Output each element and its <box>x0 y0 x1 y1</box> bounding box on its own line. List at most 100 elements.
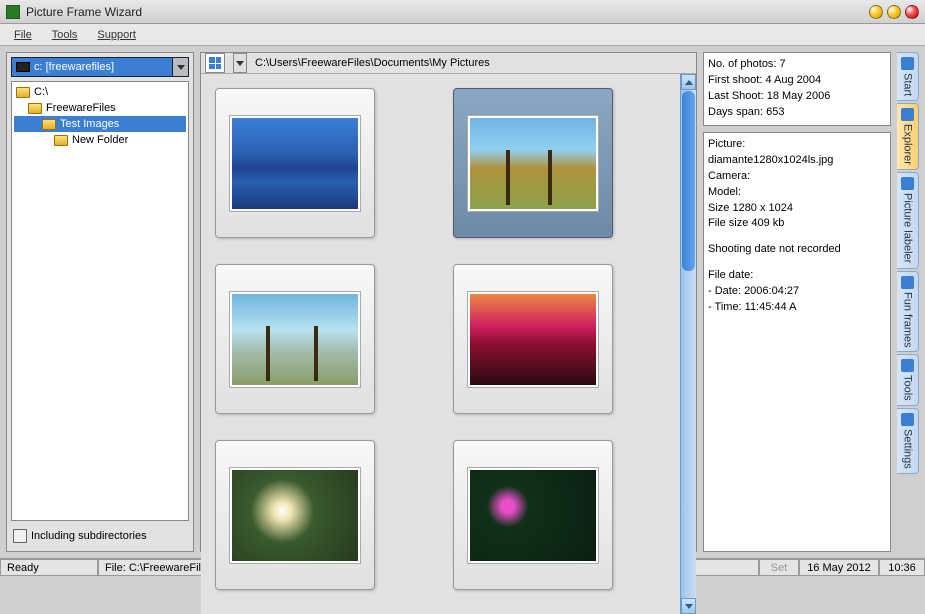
thumbnail-5[interactable] <box>215 440 375 590</box>
photo-image <box>468 116 598 211</box>
path-bar: C:\Users\FreewareFiles\Documents\My Pict… <box>201 53 696 74</box>
gallery-inner[interactable] <box>201 74 680 614</box>
detail-camera: Camera: <box>708 169 886 185</box>
photo-image <box>468 292 598 387</box>
tab-label: Picture labeler <box>902 193 914 263</box>
tree-test-images[interactable]: Test Images <box>14 116 186 132</box>
status-set: Set <box>759 559 799 576</box>
scroll-down-button[interactable] <box>681 598 696 614</box>
tree-label: C:\ <box>34 86 48 98</box>
maximize-button[interactable] <box>887 5 901 19</box>
window-title: Picture Frame Wizard <box>26 5 865 19</box>
detail-date: - Date: 2006:04:27 <box>708 284 886 300</box>
photo-image <box>230 468 360 563</box>
main-area: c: [freewarefiles] C:\ FreewareFiles Tes… <box>0 46 925 558</box>
folder-icon <box>16 87 30 98</box>
tree-new-folder[interactable]: New Folder <box>14 132 186 148</box>
star-icon <box>901 359 914 372</box>
tree-label: Test Images <box>60 118 119 130</box>
star-icon <box>901 57 914 70</box>
thumbnail-2-selected[interactable] <box>453 88 613 238</box>
close-button[interactable] <box>905 5 919 19</box>
tab-label: Explorer <box>902 124 914 165</box>
left-panel: c: [freewarefiles] C:\ FreewareFiles Tes… <box>6 52 194 552</box>
right-panel: No. of photos: 7 First shoot: 4 Aug 2004… <box>703 52 891 552</box>
star-icon <box>901 108 914 121</box>
detail-filesize: File size 409 kb <box>708 216 886 232</box>
view-dropdown[interactable] <box>233 53 247 73</box>
tab-settings[interactable]: Settings <box>897 408 919 474</box>
thumbnail-6[interactable] <box>453 440 613 590</box>
tab-start[interactable]: Start <box>897 52 919 101</box>
menu-support[interactable]: Support <box>89 27 144 43</box>
summary-photos: No. of photos: 7 <box>708 57 886 73</box>
folder-open-icon <box>42 119 56 130</box>
summary-last: Last Shoot: 18 May 2006 <box>708 89 886 105</box>
summary-span: Days span: 653 <box>708 105 886 121</box>
menu-file[interactable]: File <box>6 27 40 43</box>
drive-label: c: [freewarefiles] <box>34 61 114 73</box>
detail-filedate-label: File date: <box>708 268 886 284</box>
titlebar: Picture Frame Wizard <box>0 0 925 24</box>
minimize-button[interactable] <box>869 5 883 19</box>
folder-tree[interactable]: C:\ FreewareFiles Test Images New Folder <box>11 81 189 521</box>
menu-tools[interactable]: Tools <box>44 27 86 43</box>
drive-dropdown-button[interactable] <box>172 58 188 76</box>
folder-icon <box>28 103 42 114</box>
drive-icon <box>16 62 30 72</box>
chevron-down-icon <box>177 65 185 70</box>
scroll-up-button[interactable] <box>681 74 696 90</box>
tab-label: Tools <box>902 375 914 401</box>
gallery <box>201 74 696 614</box>
menubar: File Tools Support <box>0 24 925 46</box>
photo-image <box>230 292 360 387</box>
photo-image <box>230 116 360 211</box>
detail-picture-label: Picture: <box>708 137 886 153</box>
thumbnail-3[interactable] <box>215 264 375 414</box>
tree-label: FreewareFiles <box>46 102 116 114</box>
arrow-down-icon <box>685 604 693 609</box>
chevron-down-icon <box>236 61 244 66</box>
tab-explorer[interactable]: Explorer <box>897 103 919 170</box>
scroll-track[interactable] <box>681 272 696 598</box>
include-subdirs-label: Including subdirectories <box>31 530 147 542</box>
include-subdirs-checkbox[interactable] <box>13 529 27 543</box>
tab-label: Fun frames <box>902 292 914 348</box>
detail-size: Size 1280 x 1024 <box>708 201 886 217</box>
arrow-up-icon <box>685 80 693 85</box>
current-path: C:\Users\FreewareFiles\Documents\My Pict… <box>255 57 490 69</box>
detail-time: - Time: 11:45:44 A <box>708 300 886 316</box>
detail-picture-name: diamante1280x1024ls.jpg <box>708 153 886 169</box>
tab-label: Start <box>902 73 914 96</box>
center-panel: C:\Users\FreewareFiles\Documents\My Pict… <box>200 52 697 552</box>
detail-shooting: Shooting date not recorded <box>708 242 886 258</box>
tree-label: New Folder <box>72 134 128 146</box>
include-subdirs-row[interactable]: Including subdirectories <box>11 525 189 547</box>
detail-box: Picture: diamante1280x1024ls.jpg Camera:… <box>703 132 891 552</box>
star-icon <box>901 177 914 190</box>
tab-tools[interactable]: Tools <box>897 354 919 406</box>
thumbnails-icon <box>209 57 221 69</box>
drive-selector[interactable]: c: [freewarefiles] <box>11 57 189 77</box>
thumbnail-4[interactable] <box>453 264 613 414</box>
tree-freewarefiles[interactable]: FreewareFiles <box>14 100 186 116</box>
view-thumbnails-button[interactable] <box>205 53 225 73</box>
app-icon <box>6 5 20 19</box>
photo-image <box>468 468 598 563</box>
status-date: 16 May 2012 <box>799 559 879 576</box>
summary-first: First shoot: 4 Aug 2004 <box>708 73 886 89</box>
star-icon <box>901 413 914 426</box>
thumbnail-1[interactable] <box>215 88 375 238</box>
side-tabs: Start Explorer Picture labeler Fun frame… <box>897 52 919 552</box>
scroll-thumb[interactable] <box>682 91 695 271</box>
tree-root[interactable]: C:\ <box>14 84 186 100</box>
tab-fun-frames[interactable]: Fun frames <box>897 271 919 353</box>
star-icon <box>901 276 914 289</box>
tab-label: Settings <box>902 429 914 469</box>
gallery-scrollbar[interactable] <box>680 74 696 614</box>
folder-icon <box>54 135 68 146</box>
tab-picture-labeler[interactable]: Picture labeler <box>897 172 919 268</box>
detail-model: Model: <box>708 185 886 201</box>
status-time: 10:36 <box>879 559 925 576</box>
summary-box: No. of photos: 7 First shoot: 4 Aug 2004… <box>703 52 891 126</box>
